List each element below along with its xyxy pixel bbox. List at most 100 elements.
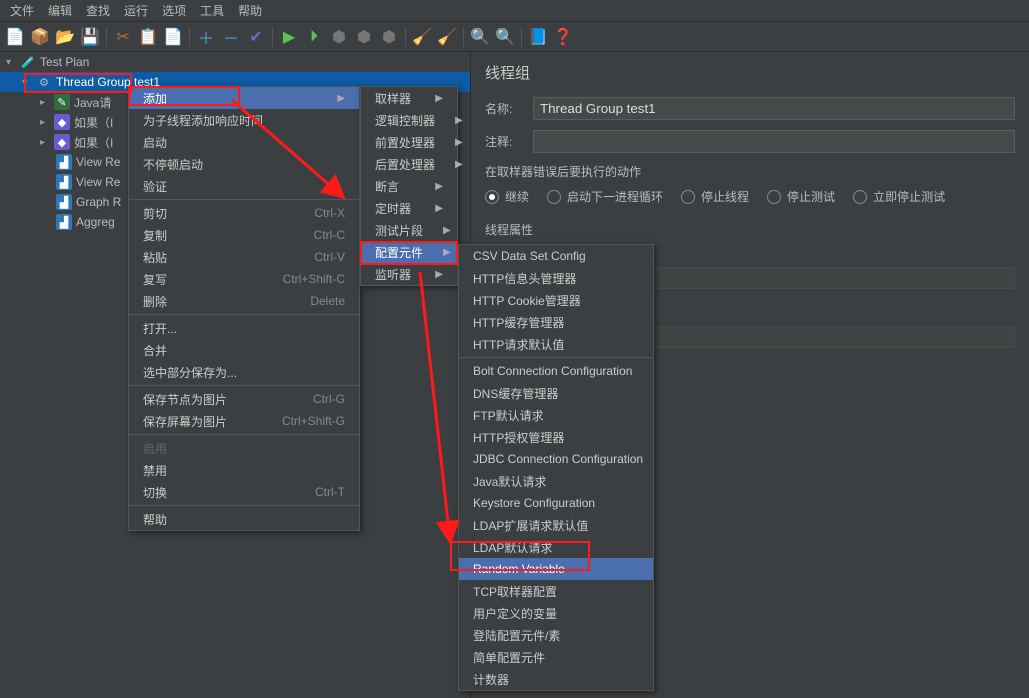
- ctx-item[interactable]: 打开...: [129, 317, 359, 339]
- ctx-item[interactable]: 不停顿启动: [129, 153, 359, 175]
- radio-stopnow[interactable]: 立即停止测试: [853, 188, 945, 205]
- ctx-item[interactable]: 禁用: [129, 459, 359, 481]
- expand-icon[interactable]: ＋: [195, 26, 217, 48]
- caret-icon[interactable]: [40, 97, 50, 108]
- run-notimers-icon[interactable]: ⏵: [303, 26, 325, 48]
- caret-icon[interactable]: [40, 137, 50, 148]
- ctx-item[interactable]: 取样器▶: [361, 87, 457, 109]
- help-icon[interactable]: ❓: [552, 26, 574, 48]
- toolbar: 📄 📦 📂 💾 ✂ 📋 📄 ＋ － ✔ ▶ ⏵ ⬢ ⬢ ⬢ 🧹 🧹 🔍 🔍 📘 …: [0, 22, 1029, 52]
- ctx-item[interactable]: 切换Ctrl-T: [129, 481, 359, 503]
- error-action-label: 在取样器错误后要执行的动作: [485, 163, 1015, 180]
- ctx-item[interactable]: 后置处理器▶: [361, 153, 457, 175]
- ctx-item[interactable]: 逻辑控制器▶: [361, 109, 457, 131]
- run-icon[interactable]: ▶: [278, 26, 300, 48]
- clear-icon[interactable]: 🧹: [411, 26, 433, 48]
- ctx-item[interactable]: 计数器: [459, 668, 653, 690]
- ctx-item[interactable]: 添加▶: [129, 87, 359, 109]
- separator-icon: [272, 27, 273, 47]
- caret-icon[interactable]: [6, 57, 16, 68]
- new-icon[interactable]: 📄: [4, 26, 26, 48]
- ctx-item[interactable]: Keystore Configuration: [459, 492, 653, 514]
- ctx-item[interactable]: 测试片段▶: [361, 219, 457, 241]
- ctx-item[interactable]: 删除Delete: [129, 290, 359, 312]
- tree-row-testplan[interactable]: 🧪 Test Plan: [0, 52, 470, 72]
- ctx-item[interactable]: 合并: [129, 339, 359, 361]
- ctx-item[interactable]: CSV Data Set Config: [459, 245, 653, 267]
- ctx-item[interactable]: 复制Ctrl-C: [129, 224, 359, 246]
- ctx-item[interactable]: HTTP缓存管理器: [459, 311, 653, 333]
- ctx-item[interactable]: 定时器▶: [361, 197, 457, 219]
- funcs-icon[interactable]: 📘: [527, 26, 549, 48]
- save-icon[interactable]: 💾: [79, 26, 101, 48]
- ctx-item[interactable]: 为子线程添加响应时间: [129, 109, 359, 131]
- name-input[interactable]: [533, 97, 1015, 120]
- radio-continue[interactable]: 继续: [485, 188, 529, 205]
- chart-icon: ▟: [56, 174, 72, 190]
- stop-icon[interactable]: ⬢: [328, 26, 350, 48]
- ctx-item[interactable]: 前置处理器▶: [361, 131, 457, 153]
- ctx-item[interactable]: DNS缓存管理器: [459, 382, 653, 404]
- ctx-item[interactable]: FTP默认请求: [459, 404, 653, 426]
- ctx-item[interactable]: 启动: [129, 131, 359, 153]
- menu-options[interactable]: 选项: [156, 0, 192, 21]
- ctx-item[interactable]: 复写Ctrl+Shift-C: [129, 268, 359, 290]
- ctx-item[interactable]: 保存节点为图片Ctrl-G: [129, 388, 359, 410]
- ctx-item[interactable]: HTTP授权管理器: [459, 426, 653, 448]
- ctx-item[interactable]: HTTP请求默认值: [459, 333, 653, 355]
- tree-label: Test Plan: [40, 55, 89, 69]
- reset-search-icon[interactable]: 🔍: [494, 26, 516, 48]
- ctx-item[interactable]: 粘贴Ctrl-V: [129, 246, 359, 268]
- caret-icon[interactable]: [40, 117, 50, 128]
- menu-file[interactable]: 文件: [4, 0, 40, 21]
- templates-icon[interactable]: 📦: [29, 26, 51, 48]
- ctx-item[interactable]: 用户定义的变量: [459, 602, 653, 624]
- collapse-icon[interactable]: －: [220, 26, 242, 48]
- ctx-item[interactable]: LDAP扩展请求默认值: [459, 514, 653, 536]
- ctx-item[interactable]: 简单配置元件: [459, 646, 653, 668]
- ctx-item[interactable]: HTTP信息头管理器: [459, 267, 653, 289]
- ctx-item[interactable]: 帮助: [129, 508, 359, 530]
- paste-icon[interactable]: 📄: [162, 26, 184, 48]
- toggle-icon[interactable]: ✔: [245, 26, 267, 48]
- ctx-item[interactable]: 登陆配置元件/素: [459, 624, 653, 646]
- tree-label: Graph R: [76, 195, 121, 209]
- open-icon[interactable]: 📂: [54, 26, 76, 48]
- ctx-item[interactable]: 启用: [129, 437, 359, 459]
- ctx-item[interactable]: 断言▶: [361, 175, 457, 197]
- shutdown-icon[interactable]: ⬢: [353, 26, 375, 48]
- ctx-item[interactable]: JDBC Connection Configuration: [459, 448, 653, 470]
- ctx-item[interactable]: HTTP Cookie管理器: [459, 289, 653, 311]
- test-plan-tree[interactable]: 🧪 Test Plan ⚙ Thread Group test1 ✎Java请 …: [0, 52, 470, 698]
- cut-icon[interactable]: ✂: [112, 26, 134, 48]
- clearall-icon[interactable]: 🧹: [436, 26, 458, 48]
- ctx-item[interactable]: 选中部分保存为...: [129, 361, 359, 383]
- menu-help[interactable]: 帮助: [232, 0, 268, 21]
- ctx-item[interactable]: 保存屏幕为图片Ctrl+Shift-G: [129, 410, 359, 432]
- ctx-item[interactable]: 监听器▶: [361, 263, 457, 285]
- menu-tools[interactable]: 工具: [194, 0, 230, 21]
- ctx-item[interactable]: TCP取样器配置: [459, 580, 653, 602]
- submenu-add[interactable]: 取样器▶逻辑控制器▶前置处理器▶后置处理器▶断言▶定时器▶测试片段▶配置元件▶监…: [360, 86, 458, 286]
- ctx-item[interactable]: 剪切Ctrl-X: [129, 202, 359, 224]
- diamond-icon: ◆: [54, 134, 70, 150]
- menu-edit[interactable]: 编辑: [42, 0, 78, 21]
- radio-nextloop[interactable]: 启动下一进程循环: [547, 188, 663, 205]
- ctx-item[interactable]: 配置元件▶: [361, 241, 457, 263]
- radio-stopthread[interactable]: 停止线程: [681, 188, 749, 205]
- copy-icon[interactable]: 📋: [137, 26, 159, 48]
- menu-search[interactable]: 查找: [80, 0, 116, 21]
- ctx-item[interactable]: Java默认请求: [459, 470, 653, 492]
- ctx-item[interactable]: Bolt Connection Configuration: [459, 360, 653, 382]
- menu-run[interactable]: 运行: [118, 0, 154, 21]
- search-icon[interactable]: 🔍: [469, 26, 491, 48]
- radio-stoptest[interactable]: 停止测试: [767, 188, 835, 205]
- submenu-config-elements[interactable]: CSV Data Set ConfigHTTP信息头管理器HTTP Cookie…: [458, 244, 654, 691]
- ctx-item[interactable]: LDAP默认请求: [459, 536, 653, 558]
- comment-input[interactable]: [533, 130, 1015, 153]
- stop-remote-icon[interactable]: ⬢: [378, 26, 400, 48]
- ctx-item[interactable]: Random Variable: [459, 558, 653, 580]
- ctx-item[interactable]: 验证: [129, 175, 359, 197]
- context-menu[interactable]: 添加▶为子线程添加响应时间启动不停顿启动验证剪切Ctrl-X复制Ctrl-C粘贴…: [128, 86, 360, 531]
- caret-icon[interactable]: [22, 77, 32, 88]
